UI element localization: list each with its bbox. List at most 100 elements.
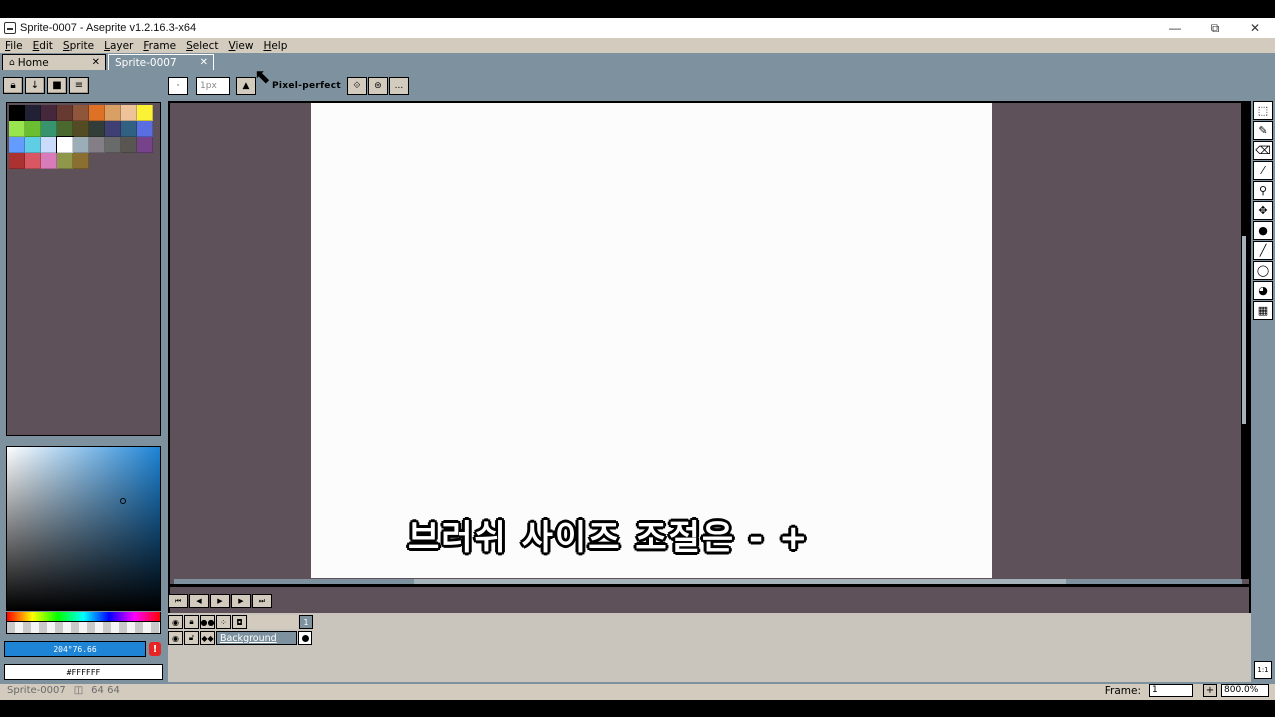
- palette-swatch[interactable]: [57, 121, 73, 137]
- layer-visible-icon[interactable]: ◉: [168, 631, 183, 645]
- pixel-perfect-label[interactable]: Pixel-perfect: [272, 81, 341, 91]
- zoom-reset-icon[interactable]: 1:1: [1254, 661, 1272, 679]
- layer-options-icon[interactable]: ◘: [232, 615, 247, 629]
- palette-swatch[interactable]: [105, 121, 121, 137]
- more-options-button[interactable]: ...: [388, 77, 409, 95]
- close-window-button[interactable]: ✕: [1235, 18, 1275, 38]
- layer-continuous-icon[interactable]: ◆◆: [200, 631, 215, 645]
- eye-icon[interactable]: ◉: [168, 615, 183, 629]
- brush-size-input[interactable]: 1px: [196, 77, 230, 95]
- palette-swatch[interactable]: [137, 137, 153, 153]
- hue-slider[interactable]: [6, 612, 161, 622]
- arrow-down-icon[interactable]: ↓: [25, 77, 45, 94]
- prev-frame-button[interactable]: ◀: [189, 594, 209, 608]
- palette-swatch[interactable]: [41, 153, 57, 169]
- sprite-canvas[interactable]: [311, 103, 992, 578]
- palette-swatch[interactable]: [25, 121, 41, 137]
- color-spectrum-picker[interactable]: [6, 446, 161, 611]
- spray-icon[interactable]: ▦: [1253, 301, 1273, 320]
- menu-icon[interactable]: ≡: [69, 77, 89, 94]
- next-frame-button[interactable]: ▶: [231, 594, 251, 608]
- dynamics-icon[interactable]: ⊜: [367, 77, 388, 95]
- palette-swatch[interactable]: [41, 105, 57, 121]
- palette-swatch[interactable]: [25, 105, 41, 121]
- palette-swatch[interactable]: [105, 137, 121, 153]
- menu-view[interactable]: View: [224, 40, 259, 52]
- play-button[interactable]: ▶: [210, 594, 230, 608]
- zoom-input[interactable]: 800.0%: [1221, 684, 1269, 697]
- palette-swatch[interactable]: [89, 121, 105, 137]
- move-icon[interactable]: ✥: [1253, 201, 1273, 220]
- palette-swatch[interactable]: [9, 105, 25, 121]
- tab-home[interactable]: ⌂ Home ✕: [2, 54, 106, 70]
- palette-swatch[interactable]: [121, 137, 137, 153]
- new-frame-button[interactable]: +: [1203, 684, 1217, 697]
- palette-swatch[interactable]: [89, 137, 105, 153]
- layer-lock-icon[interactable]: 🔓︎: [184, 631, 199, 645]
- ink-type-icon[interactable]: ▲: [236, 77, 256, 95]
- palette-swatch[interactable]: [73, 105, 89, 121]
- square-icon[interactable]: ■: [47, 77, 67, 94]
- symmetry-icon[interactable]: ⟐: [346, 77, 367, 95]
- tab-sprite-close-icon[interactable]: ✕: [200, 57, 208, 68]
- palette-swatch[interactable]: [25, 153, 41, 169]
- palette-swatch[interactable]: [73, 121, 89, 137]
- palette-swatch[interactable]: [137, 121, 153, 137]
- palette-swatch[interactable]: [73, 153, 89, 169]
- menu-edit[interactable]: Edit: [28, 40, 58, 52]
- palette-swatch[interactable]: [9, 137, 25, 153]
- tab-sprite[interactable]: Sprite-0007 ✕: [108, 54, 214, 70]
- zoom-icon[interactable]: ⚲: [1253, 181, 1273, 200]
- cel-icon[interactable]: [298, 631, 312, 645]
- frame-input[interactable]: 1: [1149, 684, 1193, 697]
- line-icon[interactable]: ╱: [1253, 241, 1273, 260]
- vertical-scroll-thumb[interactable]: [1241, 235, 1247, 425]
- palette-swatch[interactable]: [73, 137, 89, 153]
- palette-swatch[interactable]: [9, 153, 25, 169]
- palette-swatch[interactable]: [41, 137, 57, 153]
- marquee-icon[interactable]: ⬚: [1253, 101, 1273, 120]
- warning-icon[interactable]: !: [149, 642, 161, 656]
- palette-swatch[interactable]: [57, 105, 73, 121]
- brush-type-button[interactable]: ·: [168, 77, 188, 95]
- lock-icon[interactable]: 🔒︎: [3, 77, 23, 94]
- palette-swatch[interactable]: [41, 121, 57, 137]
- restore-button[interactable]: ⧉: [1195, 18, 1235, 38]
- minimize-button[interactable]: —: [1155, 18, 1195, 38]
- continuous-icon[interactable]: ●●: [200, 615, 215, 629]
- eraser-icon[interactable]: ⌫: [1253, 141, 1273, 160]
- layer-name[interactable]: Background: [216, 631, 297, 645]
- menu-help[interactable]: Help: [258, 40, 292, 52]
- palette-swatch[interactable]: [137, 105, 153, 121]
- palette-swatch[interactable]: [105, 105, 121, 121]
- palette-swatch[interactable]: [9, 121, 25, 137]
- layer-row[interactable]: ◉ 🔓︎ ◆◆ Background: [168, 631, 312, 645]
- lock-icon[interactable]: 🔒︎: [184, 615, 199, 629]
- palette-swatch[interactable]: [121, 105, 137, 121]
- menu-layer[interactable]: Layer: [99, 40, 138, 52]
- palette-swatch[interactable]: [57, 153, 73, 169]
- frame-number[interactable]: 1: [299, 615, 313, 629]
- sprite-editor[interactable]: [168, 101, 1251, 657]
- palette-swatch[interactable]: [121, 121, 137, 137]
- menu-sprite[interactable]: Sprite: [58, 40, 99, 52]
- vertical-scrollbar[interactable]: [1241, 105, 1247, 575]
- alpha-slider[interactable]: [6, 622, 161, 634]
- palette-swatch[interactable]: [25, 137, 41, 153]
- eyedropper-icon[interactable]: ⁄: [1253, 161, 1273, 180]
- hex-value-field[interactable]: #FFFFFF: [4, 664, 163, 680]
- fill-icon[interactable]: ●: [1253, 221, 1273, 240]
- blur-icon[interactable]: ◕: [1253, 281, 1273, 300]
- onion-skin-icon[interactable]: ⁘: [216, 615, 231, 629]
- last-frame-button[interactable]: ⏭: [252, 594, 272, 608]
- hsv-value-field[interactable]: 204°76.66: [4, 641, 146, 657]
- palette-swatch[interactable]: [56, 136, 74, 154]
- tab-home-close-icon[interactable]: ✕: [92, 57, 100, 68]
- menu-file[interactable]: File: [0, 40, 28, 52]
- palette-swatch[interactable]: [89, 105, 105, 121]
- menu-frame[interactable]: Frame: [138, 40, 181, 52]
- ellipse-icon[interactable]: ◯: [1253, 261, 1273, 280]
- first-frame-button[interactable]: ⏮: [168, 594, 188, 608]
- pencil-icon[interactable]: ✎: [1253, 121, 1273, 140]
- menu-select[interactable]: Select: [181, 40, 223, 52]
